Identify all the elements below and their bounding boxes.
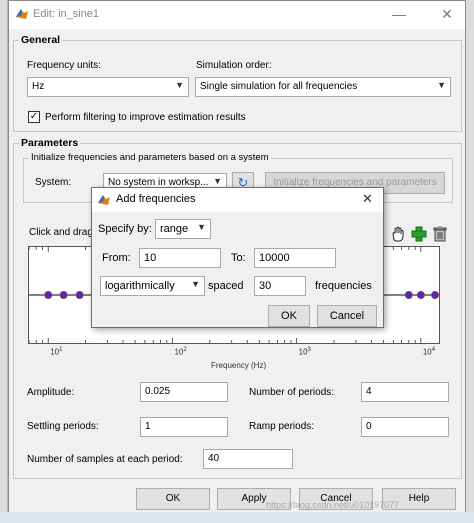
simulation-order-label: Simulation order: [196, 60, 272, 71]
frequency-point[interactable] [44, 291, 53, 300]
dialog-ok-button[interactable]: OK [268, 305, 310, 327]
ramp-periods-label: Ramp periods: [249, 421, 315, 432]
x-tick-label: 102 [174, 347, 187, 357]
frequency-point[interactable] [404, 291, 413, 300]
ok-button[interactable]: OK [136, 488, 210, 510]
frequency-count-input[interactable]: 30 [254, 276, 306, 296]
add-frequency-icon[interactable] [410, 225, 428, 243]
trash-icon[interactable] [431, 225, 449, 243]
chevron-down-icon: ▼ [437, 80, 446, 90]
to-label: To: [231, 252, 246, 264]
frequency-units-select[interactable]: Hz ▼ [27, 77, 189, 97]
pan-hand-icon[interactable] [389, 225, 407, 243]
chevron-down-icon: ▼ [197, 222, 206, 232]
chevron-down-icon: ▼ [191, 279, 200, 289]
frequency-units-label: Frequency units: [27, 60, 101, 71]
spacing-value: logarithmically [105, 280, 175, 292]
amplitude-input[interactable]: 0.025 [140, 382, 228, 402]
minimize-button[interactable]: — [389, 5, 409, 25]
specify-by-select[interactable]: range ▼ [155, 219, 211, 239]
dialog-title: Add frequencies [116, 193, 196, 205]
watermark-text: https://blog.csdn.net/u010197077 [266, 500, 400, 510]
dialog-cancel-button[interactable]: Cancel [317, 305, 377, 327]
click-drag-hint: Click and drag t [29, 227, 99, 238]
to-input[interactable]: 10000 [254, 248, 336, 268]
system-label: System: [35, 177, 72, 188]
general-group-label: General [19, 34, 63, 46]
x-tick-label: 103 [298, 347, 311, 357]
specify-by-label: Specify by: [98, 223, 152, 235]
frequency-point[interactable] [59, 291, 68, 300]
filtering-label: Perform filtering to improve estimation … [45, 112, 246, 123]
dialog-title-bar: Add frequencies ✕ [92, 188, 383, 212]
dialog-close-button[interactable]: ✕ [362, 191, 373, 207]
chevron-down-icon: ▼ [213, 176, 222, 186]
samples-per-period-input[interactable]: 40 [203, 449, 293, 469]
init-system-group-label: Initialize frequencies and parameters ba… [29, 152, 271, 163]
parameters-group-label: Parameters [19, 137, 81, 149]
background-strip-bottom [0, 512, 474, 523]
spacing-select[interactable]: logarithmically ▼ [100, 276, 205, 296]
x-tick-label: 101 [50, 347, 63, 357]
num-periods-label: Number of periods: [249, 387, 335, 398]
add-frequencies-dialog: Add frequencies ✕ Specify by: range ▼ Fr… [91, 187, 384, 328]
amplitude-label: Amplitude: [27, 387, 75, 398]
frequencies-label: frequencies [315, 280, 372, 292]
chevron-down-icon: ▼ [175, 80, 184, 90]
from-input[interactable]: 10 [139, 248, 221, 268]
settling-periods-input[interactable]: 1 [140, 417, 228, 437]
settling-periods-label: Settling periods: [27, 421, 99, 432]
close-button[interactable]: ✕ [437, 5, 457, 25]
frequency-units-value: Hz [32, 81, 45, 92]
filtering-checkbox[interactable]: ✓ [28, 111, 40, 123]
matlab-icon [98, 195, 110, 205]
specify-by-value: range [160, 223, 189, 235]
background-strip-right [466, 0, 474, 523]
samples-per-period-label: Number of samples at each period: [27, 454, 183, 465]
frequency-point[interactable] [75, 291, 84, 300]
frequency-point[interactable] [416, 291, 425, 300]
matlab-icon [16, 9, 28, 19]
spaced-label: spaced [208, 280, 244, 292]
window-title: Edit: in_sine1 [33, 8, 100, 20]
ramp-periods-input[interactable]: 0 [361, 417, 449, 437]
frequency-point[interactable] [431, 291, 440, 300]
simulation-order-select[interactable]: Single simulation for all frequencies ▼ [195, 77, 451, 97]
plot-xlabel: Frequency (Hz) [211, 361, 267, 370]
x-tick-label: 104 [422, 347, 436, 357]
simulation-order-value: Single simulation for all frequencies [200, 81, 358, 92]
title-bar: Edit: in_sine1 — ✕ [9, 1, 465, 29]
num-periods-input[interactable]: 4 [361, 382, 449, 402]
background-strip-left [0, 0, 8, 523]
from-label: From: [102, 252, 131, 264]
